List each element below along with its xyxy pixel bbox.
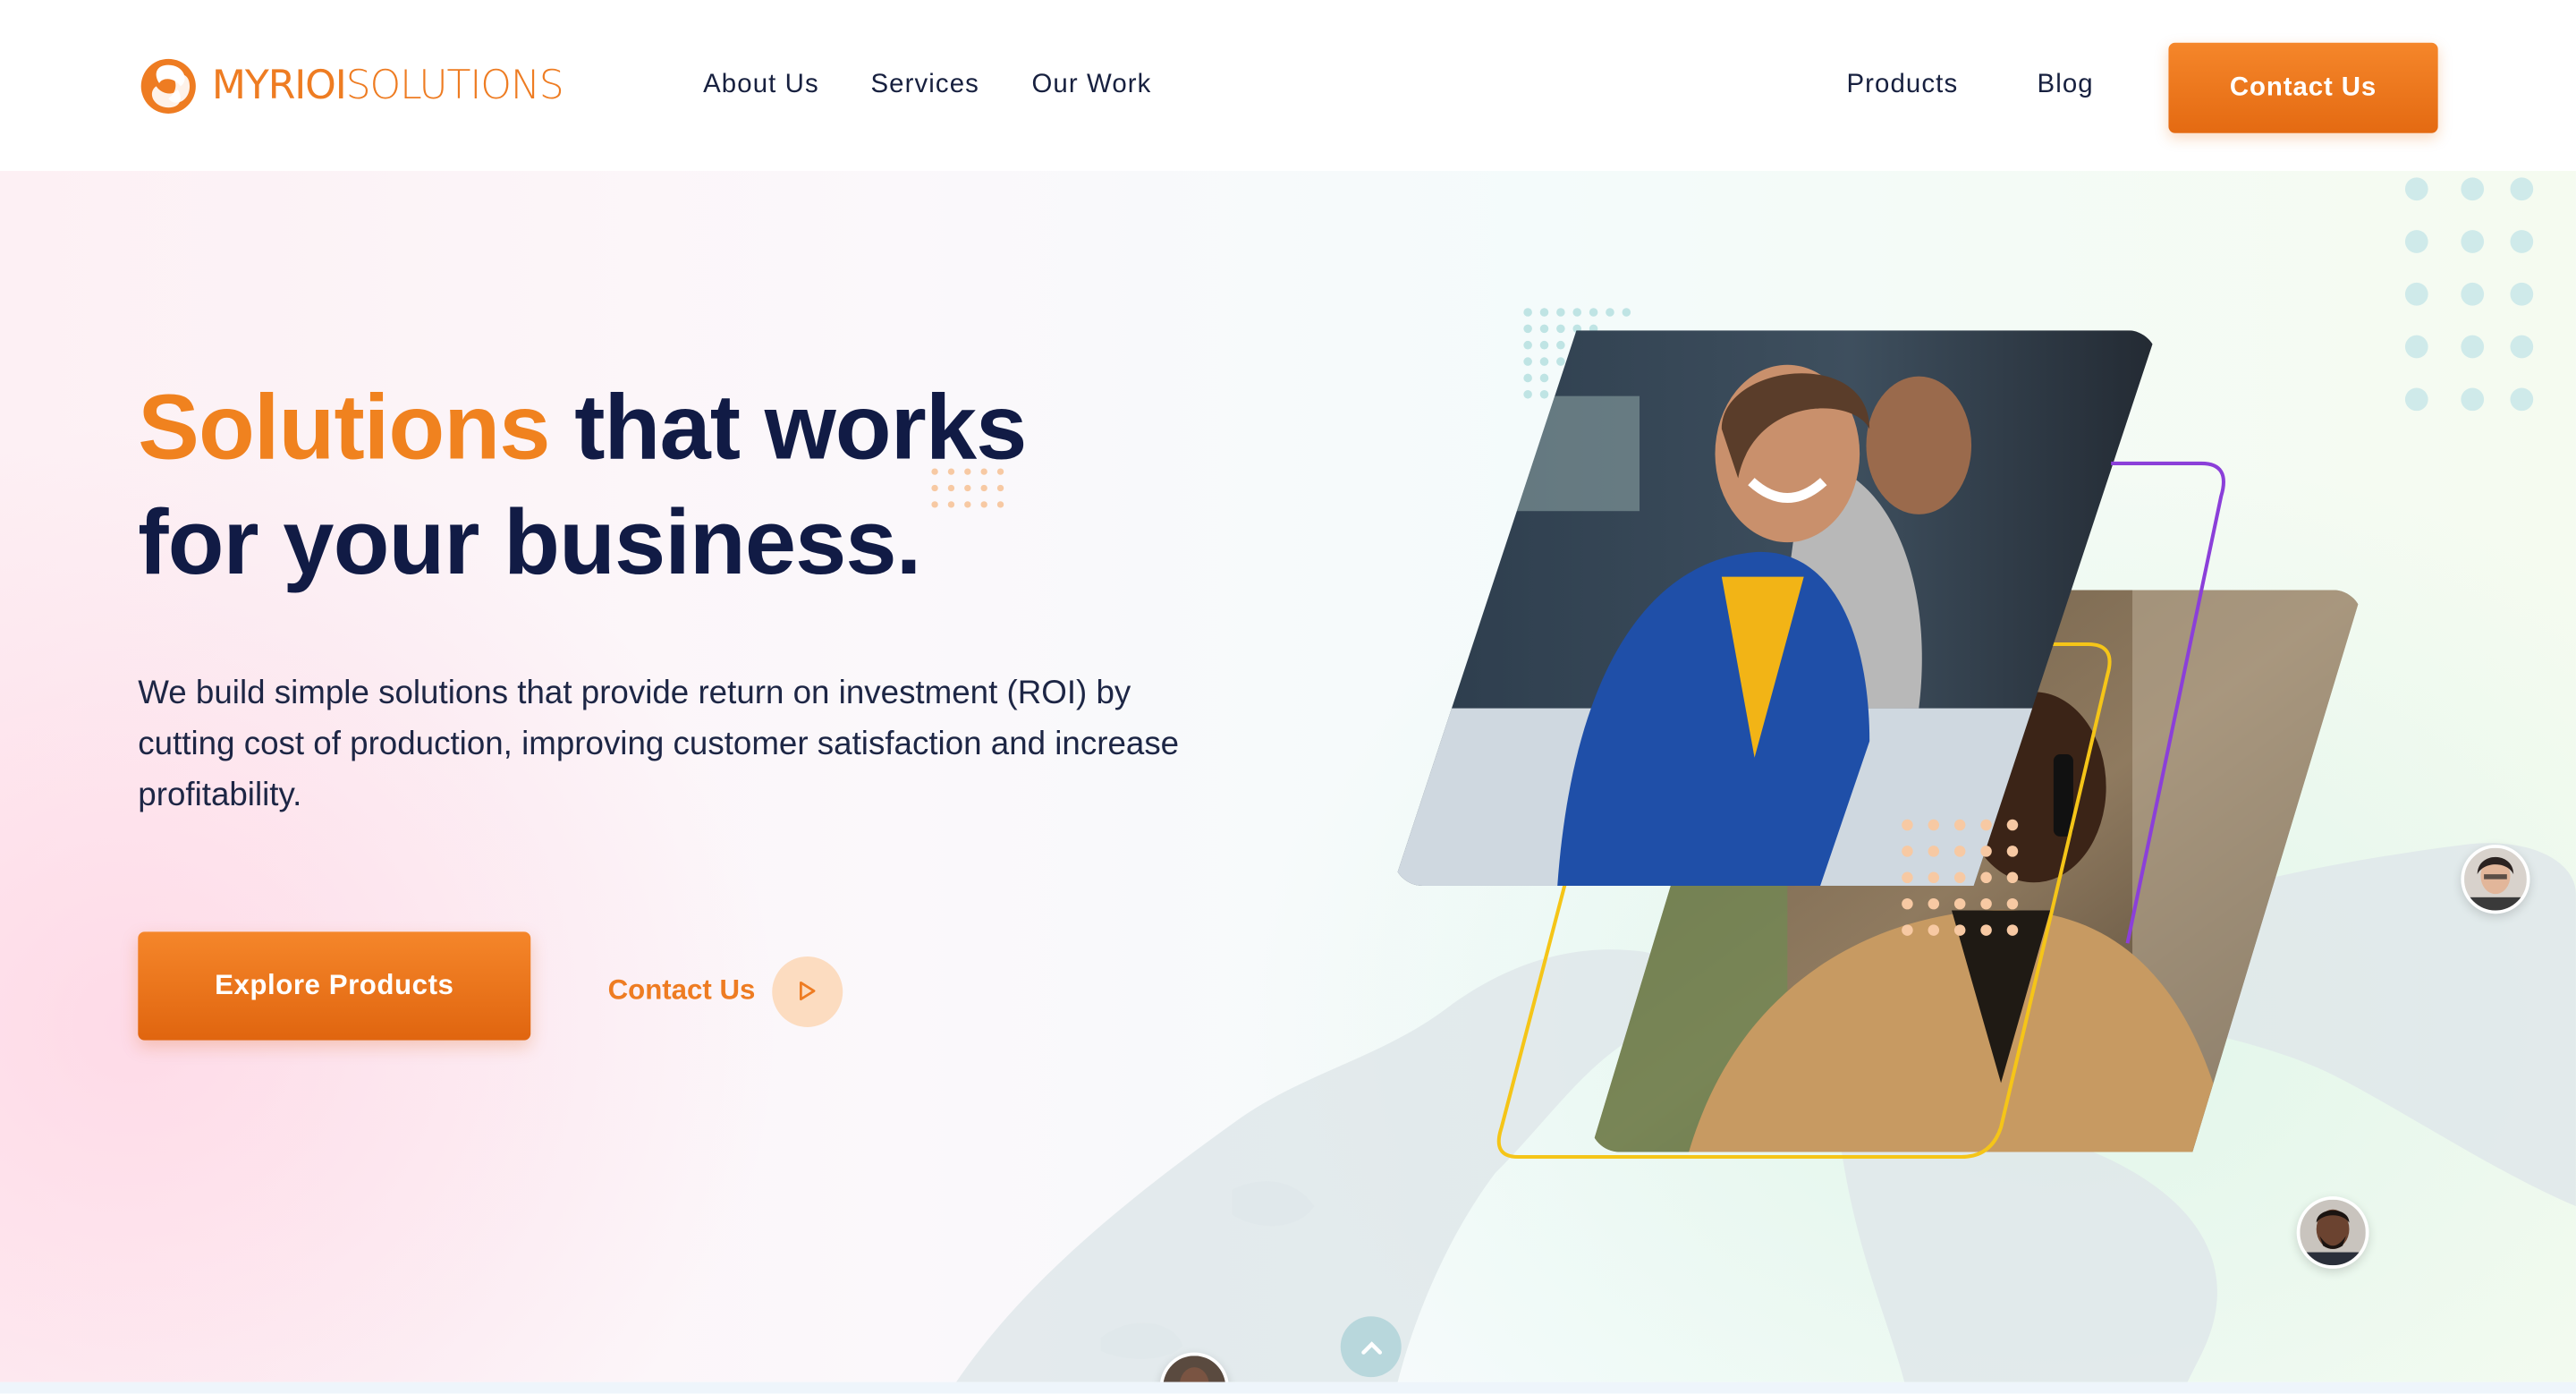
nav-about-us[interactable]: About Us: [703, 71, 819, 100]
headline-accent: Solutions: [138, 374, 550, 479]
avatar-man-beard: [2296, 1196, 2369, 1269]
play-icon[interactable]: [771, 956, 843, 1027]
nav-services[interactable]: Services: [870, 71, 979, 100]
headline-line1-rest: that works: [549, 374, 1027, 479]
logo-swirl-icon: [140, 57, 196, 114]
nav-our-work[interactable]: Our Work: [1031, 71, 1151, 100]
avatar-woman-glasses: [2461, 845, 2530, 914]
nav-products[interactable]: Products: [1846, 71, 1958, 100]
dot-grid-top-right: [2404, 177, 2534, 412]
brand-logo[interactable]: MYRIOISOLUTIONS: [138, 55, 564, 117]
bottom-strip: [0, 1381, 2576, 1394]
brand-name: MYRIOISOLUTIONS: [211, 62, 564, 109]
contact-us-button[interactable]: Contact Us: [2168, 42, 2438, 133]
headline-line2: for your business.: [138, 489, 921, 594]
chevron-up-icon: [1360, 1340, 1382, 1354]
hero-description: We build simple solutions that provide r…: [138, 675, 1180, 814]
scroll-up-button[interactable]: [1340, 1316, 1402, 1378]
explore-products-button[interactable]: Explore Products: [138, 931, 531, 1041]
contact-us-link[interactable]: Contact Us: [608, 955, 843, 1027]
contact-us-link-label: Contact Us: [607, 974, 756, 1007]
nav-blog[interactable]: Blog: [2038, 71, 2094, 100]
dot-grid-photo: [1902, 819, 2019, 936]
site-header: MYRIOISOLUTIONS About Us Services Our Wo…: [0, 0, 2576, 172]
hero-headline: Solutions that works for your business.: [138, 370, 1027, 599]
